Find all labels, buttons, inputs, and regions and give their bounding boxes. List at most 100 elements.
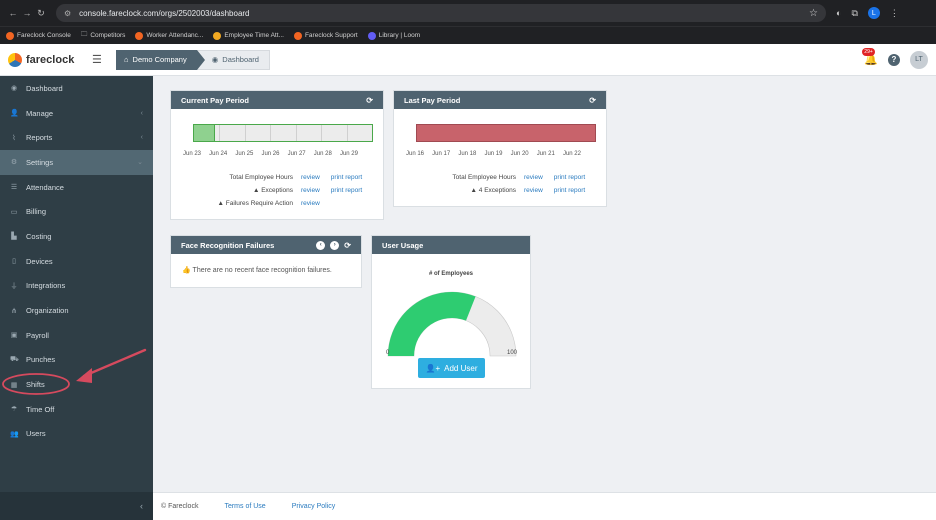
copyright-text: © Fareclock: [161, 503, 199, 510]
day-label: Jun 27: [287, 151, 306, 157]
timeline-gridline: [219, 125, 221, 141]
sidebar-item-costing[interactable]: ▙ Costing: [0, 224, 153, 249]
users-icon: 👥: [10, 430, 19, 438]
browser-menu-icon[interactable]: ⋮: [890, 8, 899, 19]
day-label: Jun 26: [261, 151, 280, 157]
sidebar-item-label: Devices: [26, 256, 53, 266]
sidebar: ◉ Dashboard 👤 Manage ‹ ⌇ Reports ‹ ⚙ Settings ⌄ ☰ At…: [0, 76, 153, 520]
print-hours-report-link[interactable]: print report: [554, 174, 585, 181]
sidebar-item-manage[interactable]: 👤 Manage ‹: [0, 101, 153, 126]
privacy-policy-link[interactable]: Privacy Policy: [292, 503, 336, 510]
sidebar-item-punches[interactable]: ⛟ Punches: [0, 348, 153, 373]
truck-icon: ⛟: [10, 356, 19, 364]
sidebar-item-integrations[interactable]: ⏚ Integrations: [0, 274, 153, 299]
user-avatar[interactable]: LT: [910, 50, 928, 69]
plug-icon: ⏚: [10, 282, 18, 290]
next-icon[interactable]: ›: [330, 240, 340, 250]
face-recognition-panel: Face Recognition Failures ‹ › ⟳ 👍 There …: [170, 235, 362, 288]
previous-icon[interactable]: ‹: [316, 240, 326, 250]
card-icon: ▭: [10, 208, 18, 216]
stat-exceptions: ▲ 4 Exceptions review print report: [470, 187, 586, 194]
browser-toolbar: ← → ↻ ⚙ console.fareclock.com/orgs/25020…: [0, 0, 936, 26]
breadcrumb-company[interactable]: ⌂ Demo Company: [116, 49, 205, 70]
bookmark-star-icon[interactable]: ☆: [809, 8, 818, 19]
dashboard-icon: ◉: [10, 85, 18, 93]
bookmark-item[interactable]: Employee Time Att...: [213, 31, 284, 40]
add-user-button[interactable]: 👤+ Add User: [418, 358, 485, 378]
sidebar-collapse-button[interactable]: ‹: [0, 492, 153, 520]
bookmark-item[interactable]: Library | Loom: [367, 31, 420, 40]
site-settings-icon[interactable]: ⚙: [64, 9, 71, 18]
day-label: Jun 17: [432, 151, 451, 157]
forward-arrow-icon[interactable]: →: [20, 8, 34, 18]
fareclock-logo[interactable]: fareclock: [8, 52, 88, 67]
timeline-gridline: [244, 125, 246, 141]
sidebar-item-time-off[interactable]: ☂ Time Off: [0, 397, 153, 422]
sidebar-item-organization[interactable]: ⋔ Organization: [0, 298, 153, 323]
sidebar-item-label: Dashboard: [26, 83, 63, 93]
reload-icon[interactable]: ↻: [34, 8, 48, 19]
last-period-days: Jun 16 Jun 17 Jun 18 Jun 19 Jun 20 Jun 21 Jun …: [406, 151, 581, 157]
dashboard-icon: ◉: [211, 55, 219, 64]
day-label: Jun 29: [339, 151, 358, 157]
breadcrumb-dashboard[interactable]: ◉ Dashboard: [196, 49, 270, 70]
sidebar-item-label: Organization: [26, 306, 69, 316]
sitemap-icon: ⋔: [11, 307, 17, 315]
current-pay-period-panel: Current Pay Period ⟳ Jun 23 Jun 24 Jun 25 J…: [170, 90, 384, 220]
day-label: Jun 16: [406, 151, 425, 157]
day-label: Jun 22: [562, 151, 581, 157]
terms-of-use-link[interactable]: Terms of Use: [224, 503, 265, 510]
sidebar-item-label: Shifts: [26, 380, 45, 390]
review-exceptions-link[interactable]: review: [301, 187, 320, 194]
refresh-icon[interactable]: ⟳: [344, 241, 351, 250]
refresh-icon[interactable]: ⟳: [366, 96, 373, 105]
notification-badge: 29+: [862, 48, 875, 56]
bookmark-item[interactable]: Worker Attendanc...: [135, 31, 203, 40]
bookmarks-bar: Fareclock Console 🗀 Competitors Worker At…: [0, 26, 936, 44]
user-usage-panel: User Usage # of Employees 0 100 👤+ Add U…: [371, 235, 531, 389]
sidebar-item-devices[interactable]: ▯ Devices: [0, 249, 153, 274]
day-label: Jun 23: [183, 151, 202, 157]
current-period-progress: [194, 125, 216, 141]
extension-icon[interactable]: ◐: [836, 8, 841, 18]
day-label: Jun 24: [209, 151, 228, 157]
hamburger-menu-icon[interactable]: ☰: [92, 53, 112, 66]
sidebar-item-label: Time Off: [26, 404, 55, 414]
address-bar[interactable]: ⚙ console.fareclock.com/orgs/2502003/das…: [56, 4, 826, 22]
print-exceptions-report-link[interactable]: print report: [554, 187, 585, 194]
sidebar-item-reports[interactable]: ⌇ Reports ‹: [0, 125, 153, 150]
user-usage-gauge: [387, 291, 517, 357]
sidebar-item-attendance[interactable]: ☰ Attendance: [0, 175, 153, 200]
chevron-left-icon: ‹: [140, 501, 143, 511]
notifications-bell-icon[interactable]: 🔔 29+: [862, 48, 878, 66]
help-icon[interactable]: ?: [888, 53, 900, 66]
review-exceptions-link[interactable]: review: [524, 187, 543, 194]
review-hours-link[interactable]: review: [524, 174, 543, 181]
refresh-icon[interactable]: ⟳: [589, 96, 596, 105]
sidebar-item-label: Users: [26, 429, 46, 439]
bookmark-item[interactable]: Fareclock Console: [6, 31, 71, 40]
print-hours-report-link[interactable]: print report: [331, 174, 362, 181]
tablet-icon: ▯: [12, 258, 16, 266]
stat-exceptions: ▲ Exceptions review print report: [252, 187, 363, 194]
add-user-icon: 👤+: [425, 363, 441, 373]
review-failures-link[interactable]: review: [301, 200, 320, 207]
sidebar-item-settings[interactable]: ⚙ Settings ⌄: [0, 150, 153, 175]
puzzle-icon[interactable]: ⧉: [851, 8, 857, 19]
bookmark-item[interactable]: Fareclock Support: [293, 31, 358, 40]
sidebar-item-label: Integrations: [26, 281, 66, 291]
sidebar-item-payroll[interactable]: ▣ Payroll: [0, 323, 153, 348]
bookmark-item[interactable]: 🗀 Competitors: [81, 30, 126, 41]
print-exceptions-report-link[interactable]: print report: [331, 187, 362, 194]
back-arrow-icon[interactable]: ←: [6, 8, 20, 18]
timeline-gridline: [295, 125, 297, 141]
profile-avatar[interactable]: L: [867, 7, 880, 19]
sidebar-item-shifts[interactable]: ▦ Shifts: [0, 372, 153, 397]
user-icon: 👤: [10, 110, 19, 118]
sidebar-item-users[interactable]: 👥 Users: [0, 422, 153, 447]
sidebar-item-billing[interactable]: ▭ Billing: [0, 199, 153, 224]
timeline-gridline: [321, 125, 323, 141]
review-hours-link[interactable]: review: [301, 174, 320, 181]
gear-icon: ⚙: [10, 159, 18, 167]
sidebar-item-dashboard[interactable]: ◉ Dashboard: [0, 76, 153, 101]
